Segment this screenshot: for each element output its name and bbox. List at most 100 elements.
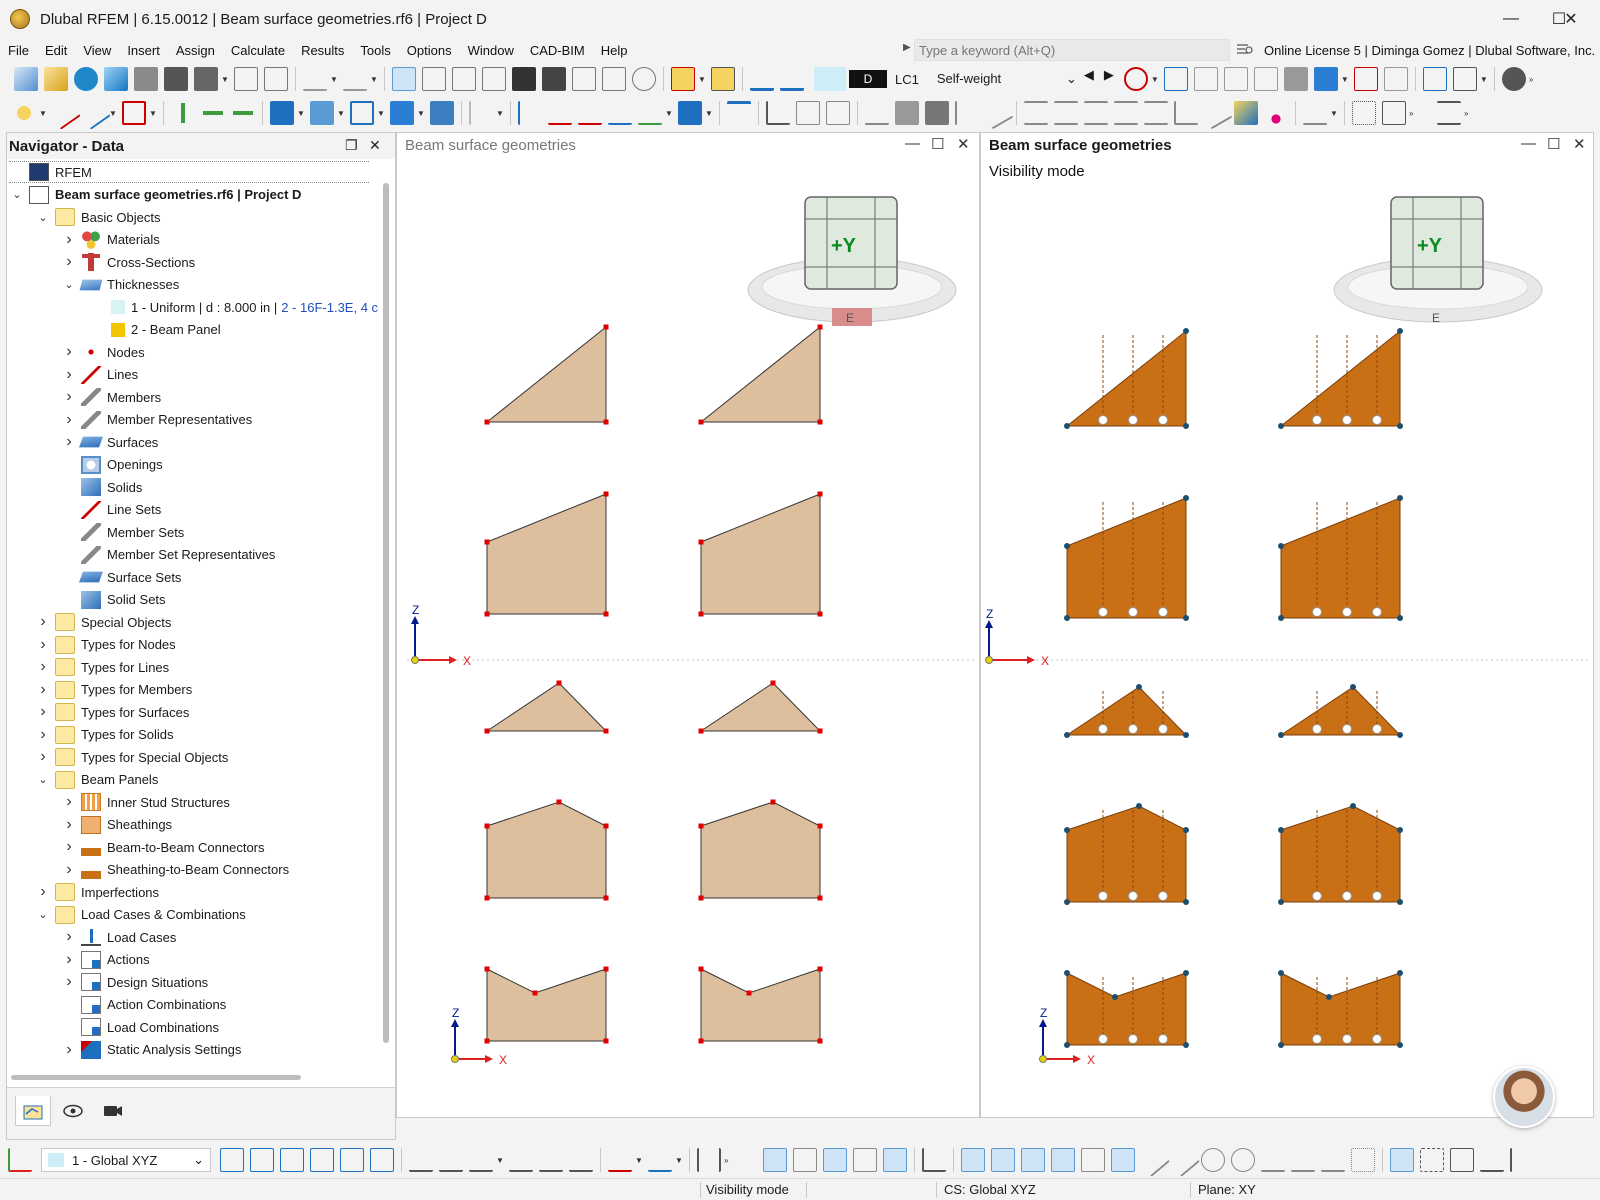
result-values-2-icon[interactable] <box>1253 67 1278 91</box>
chevron-right-icon[interactable]: › <box>61 253 77 271</box>
close-window-button[interactable]: ✕ <box>1542 0 1600 38</box>
menu-assign[interactable]: Assign <box>168 43 223 58</box>
arrow-icon[interactable] <box>955 101 979 125</box>
undock-icon[interactable]: ❐ <box>345 137 358 154</box>
minimize-view-2-icon[interactable]: — <box>1521 135 1536 152</box>
pin-2-icon[interactable] <box>1510 1148 1534 1172</box>
parallel-icon[interactable] <box>1166 1143 1200 1177</box>
maximize-view-2-icon[interactable]: ☐ <box>1547 135 1560 153</box>
line-support-icon[interactable] <box>231 101 255 125</box>
snap-grid-2-icon[interactable] <box>961 1148 985 1172</box>
visibility-eye-icon[interactable] <box>883 1148 907 1172</box>
tab-views[interactable] <box>95 1096 131 1126</box>
tree-item[interactable]: › Static Analysis Settings <box>61 1039 241 1061</box>
webservice-icon[interactable] <box>104 67 128 91</box>
tree-item[interactable]: ⌄ Thicknesses <box>61 274 179 296</box>
tree-item[interactable]: ⌄ Beam surface geometries.rf6 | Project D <box>9 184 301 206</box>
opening-icon[interactable] <box>350 101 374 125</box>
tree-item[interactable]: › Actions <box>61 949 150 971</box>
tree-item[interactable]: › Types for Surfaces <box>35 701 189 723</box>
undo-icon[interactable] <box>303 67 327 91</box>
tree-item[interactable]: ⌄ Load Cases & Combinations <box>35 904 246 926</box>
menu-options[interactable]: Options <box>399 43 460 58</box>
chevron-right-icon[interactable]: › <box>61 838 77 856</box>
coordinate-system-icon[interactable] <box>8 1148 32 1172</box>
view-settings-icon[interactable] <box>1422 67 1447 91</box>
zoom-icon[interactable] <box>469 1148 493 1172</box>
result-values-icon[interactable] <box>1193 67 1218 91</box>
report-icon[interactable] <box>234 67 258 91</box>
tree-item[interactable]: ⌄ Basic Objects <box>35 206 160 228</box>
chevron-right-icon[interactable]: › <box>61 1041 77 1059</box>
show-results-icon[interactable] <box>1163 67 1188 91</box>
dots-icon[interactable] <box>1351 1148 1375 1172</box>
section-icon[interactable] <box>452 67 476 91</box>
tree-item[interactable]: › Types for Lines <box>35 656 169 678</box>
globe-icon[interactable] <box>632 67 656 91</box>
solid-view-icon[interactable] <box>1283 67 1308 91</box>
view-top-icon[interactable] <box>310 1148 334 1172</box>
chevron-right-icon[interactable]: › <box>35 658 51 676</box>
chevron-right-icon[interactable]: › <box>61 973 77 991</box>
chevron-right-icon[interactable]: › <box>35 726 51 744</box>
intersect-icon[interactable] <box>1261 1148 1285 1172</box>
surface-2-icon[interactable] <box>310 101 334 125</box>
tab-display[interactable] <box>55 1096 91 1126</box>
intersect-3-icon[interactable] <box>1321 1148 1345 1172</box>
plate-icon[interactable] <box>895 101 919 125</box>
chevron-right-icon[interactable]: › <box>61 928 77 946</box>
chevron-right-icon[interactable]: › <box>61 433 77 451</box>
rotate-icon[interactable] <box>569 1148 593 1172</box>
menu-edit[interactable]: Edit <box>37 43 75 58</box>
view-iso-icon[interactable] <box>340 1148 364 1172</box>
snap-icon[interactable] <box>1382 101 1406 125</box>
filter-icon[interactable] <box>727 101 751 125</box>
tree-item[interactable]: › Types for Special Objects <box>35 746 228 768</box>
search-input[interactable] <box>914 39 1230 61</box>
navigator-hscrollbar[interactable] <box>11 1075 301 1080</box>
ortho-icon[interactable] <box>922 1148 946 1172</box>
more-tools-icon[interactable]: » <box>1529 75 1537 84</box>
view-front-icon[interactable] <box>220 1148 244 1172</box>
tree-item[interactable]: Openings <box>61 454 163 476</box>
tree-item[interactable]: 1 - Uniform | d : 8.000 in | 2 - 16F-1.3E… <box>87 296 378 318</box>
view-back-icon[interactable] <box>250 1148 274 1172</box>
measure-7-icon[interactable] <box>1199 96 1233 130</box>
diagram-icon[interactable] <box>1353 67 1378 91</box>
tree-item[interactable]: Line Sets <box>61 499 161 521</box>
close-view-icon[interactable]: ✕ <box>957 135 970 153</box>
menu-insert[interactable]: Insert <box>119 43 168 58</box>
dimension-2-icon[interactable] <box>578 101 602 125</box>
magnet-icon[interactable] <box>991 1148 1015 1172</box>
measure-2-icon[interactable] <box>1054 101 1078 125</box>
more-view-icon[interactable]: » <box>724 1156 732 1165</box>
load-wizard-icon[interactable] <box>750 67 774 91</box>
measure-3-icon[interactable] <box>1084 101 1108 125</box>
solid-icon[interactable] <box>390 101 414 125</box>
redo-icon[interactable] <box>343 67 367 91</box>
tree-item[interactable]: › Sheathing-to-Beam Connectors <box>61 859 289 881</box>
printout-icon[interactable] <box>264 67 288 91</box>
layers-2-icon[interactable] <box>1437 101 1461 125</box>
load-generator-icon[interactable] <box>780 67 804 91</box>
dimension-3-icon[interactable] <box>608 101 632 125</box>
grid-toggle-icon[interactable] <box>1390 1148 1414 1172</box>
chevron-right-icon[interactable]: › <box>61 951 77 969</box>
tree-item[interactable]: › Lines <box>61 364 138 386</box>
support-icon[interactable] <box>171 101 195 125</box>
deformation-icon[interactable] <box>1223 67 1248 91</box>
tree-item[interactable]: Member Set Representatives <box>61 544 275 566</box>
tree-item[interactable]: › Inner Stud Structures <box>61 791 230 813</box>
tree-item[interactable]: 2 - Beam Panel <box>87 319 221 341</box>
tab-data[interactable] <box>15 1096 51 1126</box>
pin-icon[interactable] <box>1264 101 1288 125</box>
chevron-down-icon[interactable]: ⌄ <box>61 278 77 291</box>
menu-window[interactable]: Window <box>460 43 522 58</box>
navigator-toggle-icon[interactable] <box>392 67 416 91</box>
print-icon[interactable] <box>194 67 218 91</box>
menu-file[interactable]: File <box>0 43 37 58</box>
view-iso-2-icon[interactable] <box>370 1148 394 1172</box>
chevron-right-icon[interactable]: › <box>35 883 51 901</box>
chevron-right-icon[interactable]: › <box>35 748 51 766</box>
chevron-right-icon[interactable]: › <box>61 366 77 384</box>
